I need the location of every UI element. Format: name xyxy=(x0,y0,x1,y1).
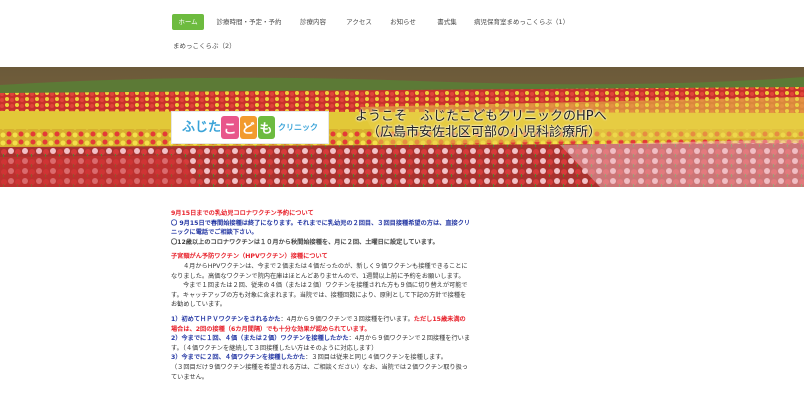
hpv-item-3-lead: 3）今までに２回、４価ワクチンを接種したかた xyxy=(171,354,306,362)
hero-title-line2: （広島市安佐北区可部の小児科診療所） xyxy=(367,125,602,140)
hero-title-line1: ようこそ ふじたこどもクリニックのHPへ xyxy=(355,109,607,124)
logo-text-clinic: クリニック xyxy=(278,123,319,132)
nav-access[interactable]: アクセス xyxy=(341,14,377,30)
logo-char-mo: も xyxy=(257,116,275,139)
covid-notice-2: 〇12歳以上のコロナワクチンは１０月から秋間始接種を、月に２回、土曜日に設定して… xyxy=(171,238,439,246)
covid-notice-1: 〇 9月15日で春間始接種は終了になります。それまでに乳幼児の２回目、３回目接種… xyxy=(171,219,471,237)
nav-mamekko-2[interactable]: まめっこくらぶ（2） xyxy=(173,38,236,54)
nav-mamekko-1[interactable]: 病児保育室まめっこくらぶ（1） xyxy=(474,14,569,30)
hpv-item-3-text: ：３回目は従来と同じ４価ワクチンを接種します。 xyxy=(305,354,447,362)
hpv-item-1-text: ：4月から９価ワクチンで３回接種を行います。 xyxy=(280,315,414,323)
hpv-item-3: 3）今までに２回、４価ワクチンを接種したかた：３回目は従来と同じ４価ワクチンを接… xyxy=(171,353,471,363)
nav-schedule[interactable]: 診療時間・予定・予約 xyxy=(214,14,284,30)
covid-heading: 9月15日までの乳幼児コロナワクチン予約について xyxy=(171,210,314,217)
hero-banner: ふじた こ ど も クリニック ようこそ ふじたこどもクリニックのHPへ （広島… xyxy=(0,67,804,187)
logo-char-do: ど xyxy=(239,116,257,139)
hpv-heading: 子宮頸がん予防ワクチン（HPVワクチン）接種について xyxy=(171,253,328,261)
top-navigation: ホーム 診療時間・予定・予約 診療内容 アクセス お知らせ 書式集 病児保育室ま… xyxy=(0,0,804,67)
hero-title: ようこそ ふじたこどもクリニックのHPへ （広島市安佐北区可部の小児科診療所） xyxy=(355,109,655,141)
nav-news[interactable]: お知らせ xyxy=(387,14,419,30)
nav-services[interactable]: 診療内容 xyxy=(293,14,333,30)
nav-forms[interactable]: 書式集 xyxy=(432,14,462,30)
hpv-paragraph-1: ４月からHPVワクチンは、今まで２価または４価だったのが、新しく９価ワクチンも接… xyxy=(171,262,468,280)
logo-text-fujita: ふじた xyxy=(181,120,221,135)
clinic-logo[interactable]: ふじた こ ど も クリニック xyxy=(171,111,329,144)
hpv-item-1: 1）初めてＨＰＶワクチンをされるかた：4月から９価ワクチンで３回接種を行います。… xyxy=(171,315,471,334)
logo-char-ko: こ xyxy=(221,116,239,139)
hpv-item-2-lead: 2）今までに１回、４価（または２価）ワクチンを接種したかた xyxy=(171,335,349,343)
nav-home[interactable]: ホーム xyxy=(172,14,204,30)
hpv-item-3-more: （３回目だけ９価ワクチン接種を希望される方は、ご相談ください）なお、当院では２価… xyxy=(171,363,468,381)
hpv-paragraph-2: 今まで１回または２回、従来の４価（または２価）ワクチンを接種された方も９価に切り… xyxy=(171,282,468,309)
hpv-item-2: 2）今までに１回、４価（または２価）ワクチンを接種したかた：4月から９価ワクチン… xyxy=(171,334,471,353)
hpv-item-1-lead: 1）初めてＨＰＶワクチンをされるかた xyxy=(171,315,281,323)
main-content: 9月15日までの乳幼児コロナワクチン予約について 〇 9月15日で春間始接種は終… xyxy=(171,209,471,382)
